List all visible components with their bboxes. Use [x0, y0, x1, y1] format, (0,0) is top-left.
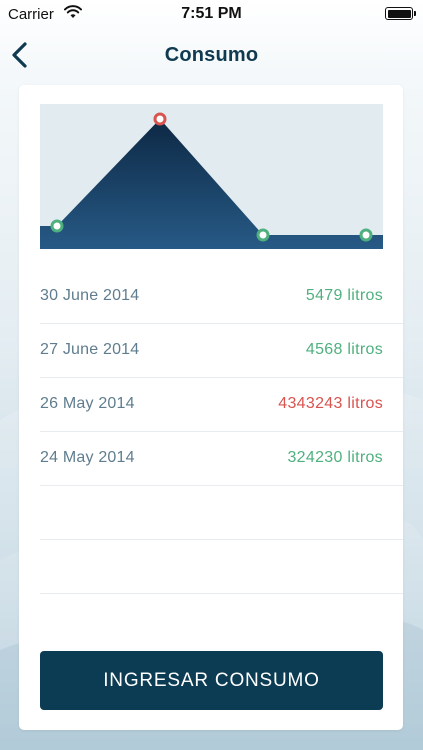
record-date: 27 June 2014 — [40, 341, 140, 358]
chart-point — [359, 228, 373, 242]
navigation-bar: Consumo — [0, 30, 423, 82]
page-title: Consumo — [164, 44, 259, 66]
record-amount: 4568 litros — [305, 341, 383, 358]
battery-icon — [385, 7, 416, 20]
consumption-card: 30 June 2014 5479 litros 27 June 2014 45… — [19, 85, 403, 730]
chart-point — [256, 228, 270, 242]
add-consumption-button[interactable]: INGRESAR CONSUMO — [40, 651, 383, 710]
chart-point — [153, 112, 167, 126]
status-bar: Carrier 7:51 PM — [0, 0, 423, 30]
list-item[interactable]: 27 June 2014 4568 litros — [40, 324, 403, 378]
clock-time: 7:51 PM — [181, 5, 242, 22]
record-date: 30 June 2014 — [40, 287, 140, 304]
record-amount: 5479 litros — [305, 287, 383, 304]
list-item[interactable]: 24 May 2014 324230 litros — [40, 432, 403, 486]
empty-list-row — [40, 486, 403, 540]
record-amount: 324230 litros — [287, 449, 383, 466]
record-date: 24 May 2014 — [40, 449, 135, 466]
record-date: 26 May 2014 — [40, 395, 135, 412]
consumption-list: 30 June 2014 5479 litros 27 June 2014 45… — [40, 270, 403, 594]
chart-point — [50, 219, 64, 233]
record-amount: 4343243 litros — [278, 395, 383, 412]
consumption-chart — [40, 104, 383, 249]
empty-list-row — [40, 540, 403, 594]
list-item[interactable]: 30 June 2014 5479 litros — [40, 270, 403, 324]
list-item[interactable]: 26 May 2014 4343243 litros — [40, 378, 403, 432]
